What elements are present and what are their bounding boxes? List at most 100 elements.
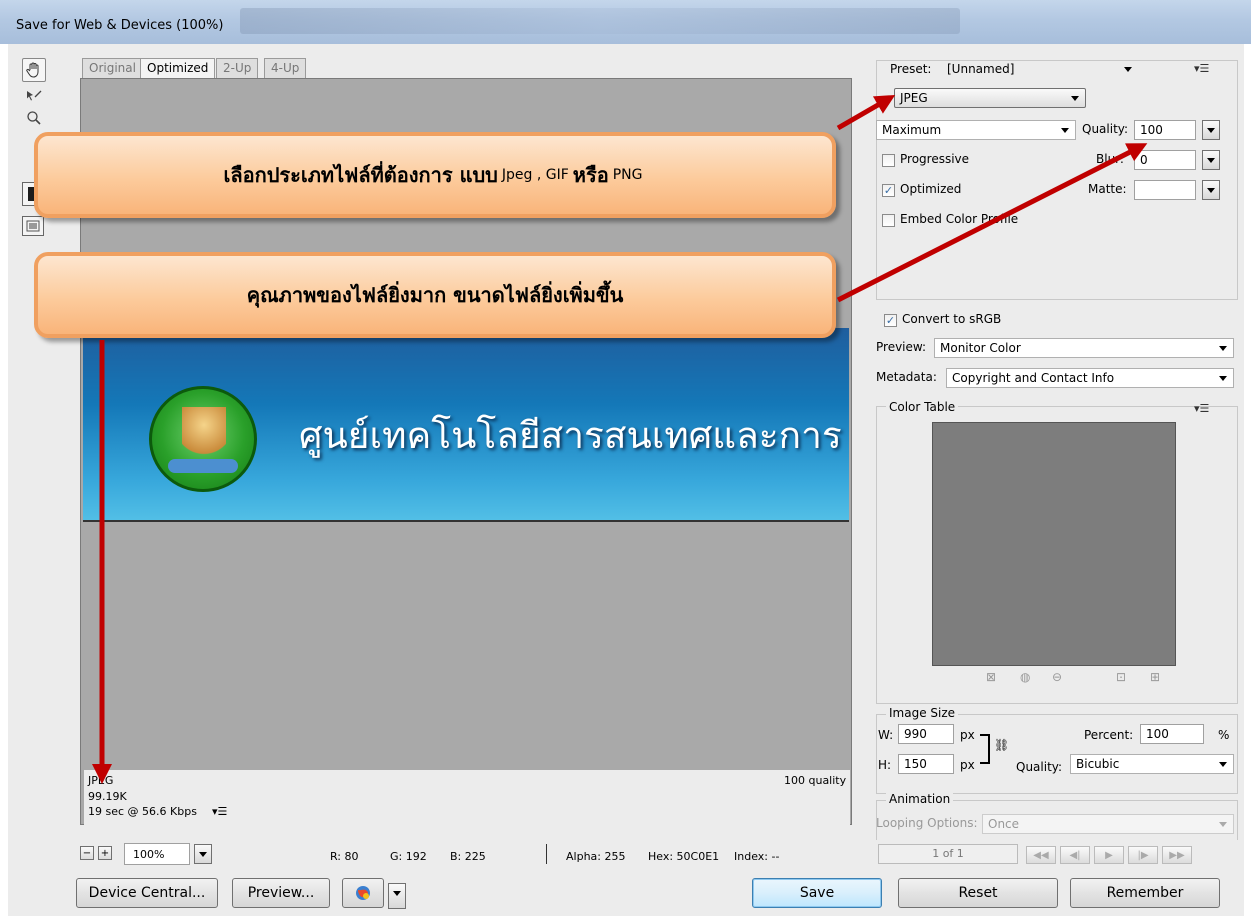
hand-tool-icon[interactable] <box>22 58 46 82</box>
settings-panel: Preset: [Unnamed] ▾☰ JPEG Maximum Qualit… <box>870 50 1242 840</box>
water-wave <box>168 459 238 473</box>
tab-4-up[interactable]: 4-Up <box>264 58 307 78</box>
browser-dropdown[interactable] <box>388 883 406 909</box>
height-unit: px <box>960 758 975 772</box>
embed-profile-checkbox[interactable] <box>882 214 895 227</box>
next-frame-icon[interactable]: |▶ <box>1128 846 1158 864</box>
looping-label: Looping Options: <box>876 816 978 830</box>
map-color-icon[interactable]: ⊠ <box>986 670 996 684</box>
optimized-label: Optimized <box>900 182 962 196</box>
info-quality: 100 quality <box>784 774 847 787</box>
height-label: H: <box>878 758 892 772</box>
preset-label: Preset: <box>888 62 934 76</box>
resample-quality-value: Bicubic <box>1076 757 1120 771</box>
status-bar: − + 100% R: 80 G: 192 B: 225 Alpha: 255 … <box>72 840 862 870</box>
blurred-background-strip <box>240 8 960 34</box>
callout-file-type-or: หรือ <box>572 163 609 187</box>
browser-preview-button[interactable] <box>342 878 384 908</box>
preset-select[interactable]: [Unnamed] <box>942 60 1138 80</box>
image-size-title: Image Size <box>886 706 959 720</box>
zoom-out-icon[interactable]: − <box>80 846 94 860</box>
info-menu-icon[interactable]: ▾☰ <box>212 805 227 818</box>
red-readout: R: 80 <box>330 850 359 863</box>
callout-file-type: เลือกประเภทไฟล์ที่ต้องการ แบบ Jpeg , GIF… <box>34 132 836 218</box>
file-format-value: JPEG <box>900 91 928 105</box>
zoom-tool-icon[interactable] <box>22 106 46 130</box>
index-readout: Index: -- <box>734 850 780 863</box>
callout-file-type-png: PNG <box>612 167 643 183</box>
progressive-checkbox[interactable] <box>882 154 895 167</box>
blur-label: Blur: <box>1096 152 1124 166</box>
new-color-icon[interactable]: ⊡ <box>1116 670 1126 684</box>
resample-quality-select[interactable]: Bicubic <box>1070 754 1234 774</box>
chain-link-icon[interactable]: ⛓ <box>994 738 1009 752</box>
banner-title: ศูนย์เทคโนโลยีสารสนเทศและการ <box>299 414 842 457</box>
deity-figure <box>182 407 226 467</box>
quality-slider-dropdown[interactable] <box>1202 120 1220 140</box>
save-button[interactable]: Save <box>752 878 882 908</box>
tab-original[interactable]: Original <box>82 58 143 78</box>
width-unit: px <box>960 728 975 742</box>
delete-color-icon[interactable]: ⊞ <box>1150 670 1160 684</box>
color-table-title: Color Table <box>886 400 959 414</box>
previous-frame-icon[interactable]: ◀| <box>1060 846 1090 864</box>
callout-file-type-text: เลือกประเภทไฟล์ที่ต้องการ แบบ <box>223 163 498 187</box>
slice-select-tool-icon[interactable] <box>22 84 46 108</box>
convert-srgb-label: Convert to sRGB <box>902 312 1002 326</box>
matte-dropdown[interactable] <box>1202 180 1220 200</box>
preview-label: Preview: <box>876 340 927 354</box>
percent-field[interactable]: 100 <box>1140 724 1204 744</box>
blue-readout: B: 225 <box>450 850 486 863</box>
optimized-checkbox[interactable]: ✓ <box>882 184 895 197</box>
info-format: JPEG <box>88 774 114 787</box>
metadata-label: Metadata: <box>876 370 937 384</box>
preview-select[interactable]: Monitor Color <box>934 338 1234 358</box>
toggle-slices-icon[interactable] <box>22 216 44 236</box>
device-central-button[interactable]: Device Central... <box>76 878 218 908</box>
quality-field[interactable]: 100 <box>1134 120 1196 140</box>
compression-value: Maximum <box>882 123 942 137</box>
width-field[interactable]: 990 <box>898 724 954 744</box>
file-format-select[interactable]: JPEG <box>894 88 1086 108</box>
callout-quality-text: คุณภาพของไฟล์ยิ่งมาก ขนาดไฟล์ยิ่งเพิ่มขึ… <box>246 283 624 307</box>
tab-2-up[interactable]: 2-Up <box>216 58 259 78</box>
last-frame-icon[interactable]: ▶▶ <box>1162 846 1192 864</box>
info-download-time: 19 sec @ 56.6 Kbps <box>88 805 197 818</box>
metadata-select[interactable]: Copyright and Contact Info <box>946 368 1234 388</box>
percent-label: Percent: <box>1084 728 1134 742</box>
optimized-info-panel: JPEG 99.19K 19 sec @ 56.6 Kbps ▾☰ 100 qu… <box>84 770 850 825</box>
compression-select[interactable]: Maximum <box>876 120 1076 140</box>
reset-button[interactable]: Reset <box>898 878 1058 908</box>
height-field[interactable]: 150 <box>898 754 954 774</box>
web-shift-icon[interactable]: ◍ <box>1020 670 1030 684</box>
embed-profile-label: Embed Color Profile <box>900 212 1019 226</box>
matte-field[interactable] <box>1134 180 1196 200</box>
preset-value: [Unnamed] <box>947 62 1015 76</box>
play-icon[interactable]: ▶ <box>1094 846 1124 864</box>
optimize-menu-icon[interactable]: ▾☰ <box>1194 62 1209 75</box>
animation-frame-controls: 1 of 1 ◀◀ ◀| ▶ |▶ ▶▶ <box>876 842 1242 872</box>
window-title-bar: Save for Web & Devices (100%) <box>0 0 1251 44</box>
blur-dropdown[interactable] <box>1202 150 1220 170</box>
zoom-dropdown[interactable] <box>194 844 212 864</box>
color-table-swatches[interactable] <box>932 422 1176 666</box>
animation-title: Animation <box>886 792 954 806</box>
lock-color-icon[interactable]: ⊖ <box>1052 670 1062 684</box>
looping-value: Once <box>988 817 1020 831</box>
color-table-menu-icon[interactable]: ▾☰ <box>1194 402 1209 415</box>
status-divider <box>546 844 547 864</box>
looping-select[interactable]: Once <box>982 814 1234 834</box>
convert-srgb-checkbox[interactable]: ✓ <box>884 314 897 327</box>
banner-image: ศูนย์เทคโนโลยีสารสนเทศและการ <box>83 328 849 522</box>
first-frame-icon[interactable]: ◀◀ <box>1026 846 1056 864</box>
preview-button[interactable]: Preview... <box>232 878 330 908</box>
info-file-size: 99.19K <box>88 790 127 803</box>
zoom-level-field[interactable]: 100% <box>124 843 190 865</box>
remember-button[interactable]: Remember <box>1070 878 1220 908</box>
alpha-readout: Alpha: 255 <box>566 850 626 863</box>
zoom-in-icon[interactable]: + <box>98 846 112 860</box>
tab-optimized[interactable]: Optimized <box>140 58 216 78</box>
constrain-bracket <box>980 734 990 764</box>
blur-field[interactable]: 0 <box>1134 150 1196 170</box>
quality-label: Quality: <box>1082 122 1129 136</box>
